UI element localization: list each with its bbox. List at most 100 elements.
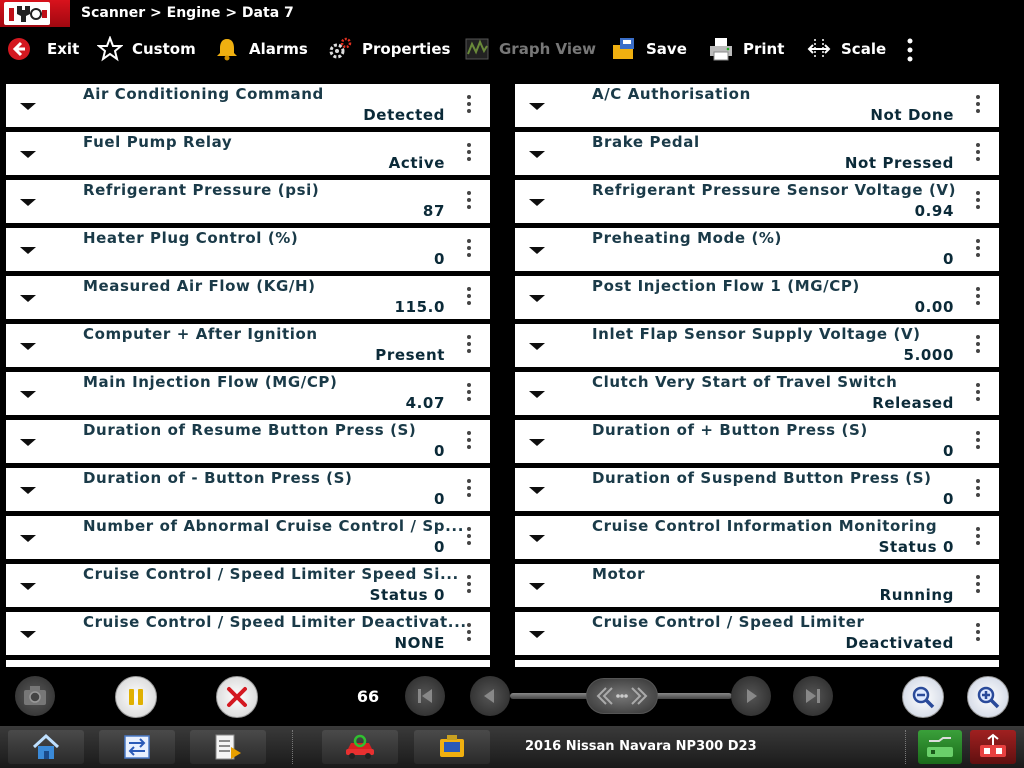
alarms-button[interactable]: Alarms [214, 27, 308, 71]
playback-slider-thumb[interactable] [586, 678, 658, 714]
usb-status-button[interactable] [970, 730, 1016, 764]
expand-arrow-icon[interactable] [529, 583, 545, 590]
parameter-row[interactable]: Cruise Control / Speed Limiter Deactivate… [515, 612, 999, 655]
row-menu-icon[interactable] [462, 431, 476, 453]
parameter-row[interactable]: Duration of Resume Button Press (S) 0 [6, 420, 490, 463]
expand-arrow-icon[interactable] [20, 583, 36, 590]
expand-arrow-icon[interactable] [20, 391, 36, 398]
expand-arrow-icon[interactable] [529, 391, 545, 398]
row-menu-icon[interactable] [462, 239, 476, 261]
expand-arrow-icon[interactable] [20, 151, 36, 158]
expand-arrow-icon[interactable] [529, 199, 545, 206]
expand-arrow-icon[interactable] [20, 199, 36, 206]
parameter-row[interactable]: Motor Running [515, 564, 999, 607]
vci-connection-button[interactable] [918, 730, 962, 764]
expand-arrow-icon[interactable] [529, 103, 545, 110]
expand-arrow-icon[interactable] [529, 295, 545, 302]
save-button[interactable]: Save [611, 27, 687, 71]
next-frame-button[interactable] [731, 676, 771, 716]
parameter-row[interactable]: Duration of Suspend Button Press (S) 0 [515, 468, 999, 511]
row-menu-icon[interactable] [971, 575, 985, 597]
parameter-row[interactable]: Heater Plug Control (%) 0 [6, 228, 490, 271]
parameter-row[interactable]: Clutch Very Start of Travel Switch Releas… [515, 372, 999, 415]
parameter-row[interactable]: Fuel Pump Relay Active [6, 132, 490, 175]
step-back-icon [484, 689, 494, 703]
expand-arrow-icon[interactable] [529, 151, 545, 158]
parameter-row[interactable]: Air Conditioning Command Detected [6, 84, 490, 127]
parameter-row[interactable]: A/C Authorisation Not Done [515, 84, 999, 127]
row-menu-icon[interactable] [971, 431, 985, 453]
expand-arrow-icon[interactable] [20, 295, 36, 302]
row-menu-icon[interactable] [462, 383, 476, 405]
expand-arrow-icon[interactable] [20, 439, 36, 446]
parameter-row[interactable]: Post Injection Flow 1 (MG/CP) 0.00 [515, 276, 999, 319]
row-menu-icon[interactable] [971, 335, 985, 357]
row-menu-icon[interactable] [462, 623, 476, 645]
parameter-row[interactable]: Cruise Control / Speed Limiter Deactivat… [6, 612, 490, 655]
parameter-row[interactable]: Inlet Flap Sensor Supply Voltage (V) 5.00… [515, 324, 999, 367]
scanner-button[interactable] [414, 730, 490, 764]
expand-arrow-icon[interactable] [20, 343, 36, 350]
row-menu-icon[interactable] [971, 383, 985, 405]
row-menu-icon[interactable] [462, 527, 476, 549]
vehicle-scan-button[interactable] [322, 730, 398, 764]
expand-arrow-icon[interactable] [20, 247, 36, 254]
row-menu-icon[interactable] [462, 191, 476, 213]
expand-arrow-icon[interactable] [20, 103, 36, 110]
expand-arrow-icon[interactable] [20, 631, 36, 638]
expand-arrow-icon[interactable] [529, 487, 545, 494]
more-options-icon[interactable] [902, 37, 918, 63]
parameter-row[interactable]: Preheating Mode (%) 0 [515, 228, 999, 271]
row-menu-icon[interactable] [971, 527, 985, 549]
custom-button[interactable]: Custom [97, 27, 196, 71]
row-menu-icon[interactable] [971, 623, 985, 645]
graph-view-button[interactable]: Graph View [464, 27, 596, 71]
expand-arrow-icon[interactable] [529, 535, 545, 542]
scale-button[interactable]: Scale [806, 27, 886, 71]
row-menu-icon[interactable] [971, 239, 985, 261]
row-menu-icon[interactable] [971, 143, 985, 165]
parameter-row[interactable]: Refrigerant Pressure (psi) 87 [6, 180, 490, 223]
row-menu-icon[interactable] [971, 95, 985, 117]
expand-arrow-icon[interactable] [529, 343, 545, 350]
expand-arrow-icon[interactable] [529, 631, 545, 638]
pause-button[interactable] [115, 676, 157, 718]
parameter-row[interactable]: Duration of + Button Press (S) 0 [515, 420, 999, 463]
parameter-row[interactable]: Refrigerant Pressure Sensor Voltage (V) 0… [515, 180, 999, 223]
row-menu-icon[interactable] [462, 479, 476, 501]
parameter-row[interactable]: Brake Pedal Not Pressed [515, 132, 999, 175]
expand-arrow-icon[interactable] [20, 535, 36, 542]
expand-arrow-icon[interactable] [529, 247, 545, 254]
parameter-row[interactable]: Main Injection Flow (MG/CP) 4.07 [6, 372, 490, 415]
clear-button[interactable] [216, 676, 258, 718]
first-frame-button[interactable] [405, 676, 445, 716]
parameter-row[interactable]: Computer + After Ignition Present [6, 324, 490, 367]
row-menu-icon[interactable] [971, 191, 985, 213]
app-logo[interactable] [0, 0, 70, 27]
row-menu-icon[interactable] [971, 287, 985, 309]
row-menu-icon[interactable] [462, 143, 476, 165]
last-frame-button[interactable] [793, 676, 833, 716]
row-menu-icon[interactable] [462, 575, 476, 597]
expand-arrow-icon[interactable] [529, 439, 545, 446]
parameter-row[interactable]: Duration of - Button Press (S) 0 [6, 468, 490, 511]
home-button[interactable] [8, 730, 84, 764]
row-menu-icon[interactable] [462, 287, 476, 309]
tasks-button[interactable] [190, 730, 266, 764]
snapshot-button[interactable] [15, 676, 55, 716]
print-button[interactable]: Print [708, 27, 784, 71]
data-transfer-button[interactable] [99, 730, 175, 764]
row-menu-icon[interactable] [462, 95, 476, 117]
zoom-in-button[interactable] [967, 676, 1009, 718]
parameter-row[interactable]: Cruise Control Information Monitoring Sta… [515, 516, 999, 559]
expand-arrow-icon[interactable] [20, 487, 36, 494]
properties-button[interactable]: Properties [327, 27, 450, 71]
parameter-row[interactable]: Cruise Control / Speed Limiter Speed Si.… [6, 564, 490, 607]
row-menu-icon[interactable] [971, 479, 985, 501]
zoom-out-button[interactable] [902, 676, 944, 718]
row-menu-icon[interactable] [462, 335, 476, 357]
parameter-row[interactable]: Measured Air Flow (KG/H) 115.0 [6, 276, 490, 319]
exit-button[interactable]: Exit [6, 27, 79, 71]
parameter-row[interactable]: Number of Abnormal Cruise Control / Sp..… [6, 516, 490, 559]
previous-frame-button[interactable] [470, 676, 510, 716]
